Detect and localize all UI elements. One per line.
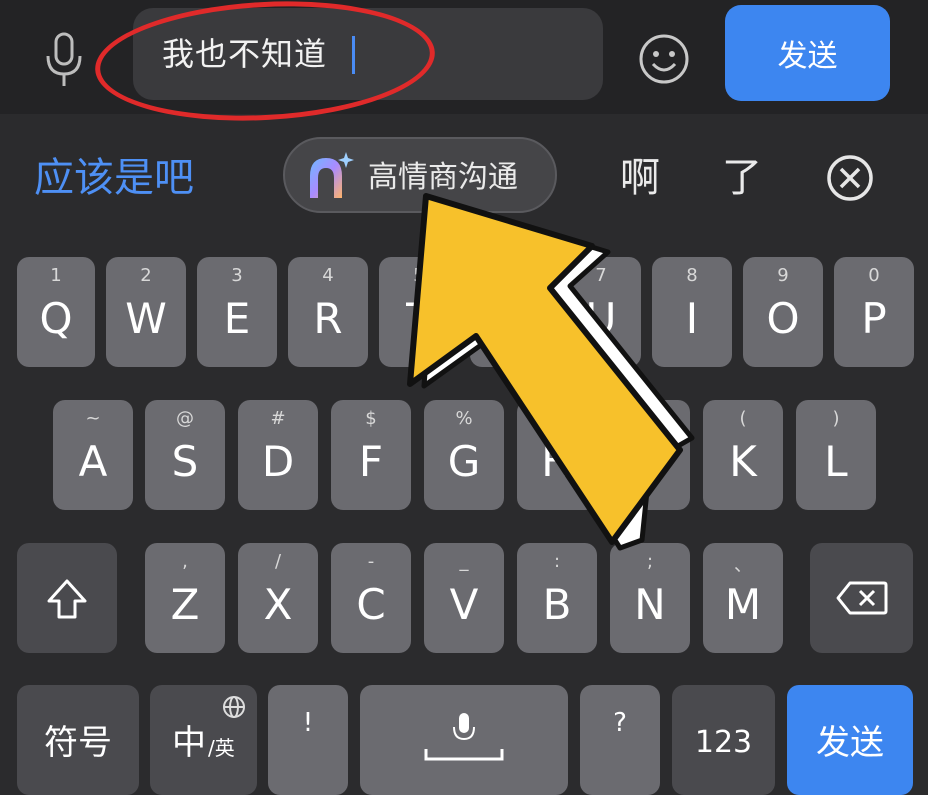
key-x[interactable]: / X xyxy=(238,543,318,653)
candidate-first[interactable]: 应该是吧 xyxy=(34,150,194,206)
ai-sparkle-icon xyxy=(310,152,354,198)
shift-arrow-icon xyxy=(47,579,87,619)
symbols-key[interactable]: 符号 xyxy=(17,685,139,795)
key-z[interactable]: ,Z xyxy=(145,543,225,653)
send-key[interactable]: 发送 xyxy=(787,685,913,795)
candidate-4[interactable]: 了 xyxy=(722,150,762,206)
key-m[interactable]: 、 M xyxy=(703,543,783,653)
backspace-key[interactable] xyxy=(810,543,913,653)
question-key[interactable]: ? xyxy=(580,685,660,795)
key-a[interactable]: ~ A xyxy=(53,400,133,510)
exclamation-key[interactable]: ! xyxy=(268,685,348,795)
key-r[interactable]: 4R xyxy=(288,257,368,367)
key-w[interactable]: 2W xyxy=(106,257,186,367)
key-l[interactable]: ) L xyxy=(796,400,876,510)
yellow-arrow-annotation xyxy=(407,193,695,551)
key-o[interactable]: 9O xyxy=(743,257,823,367)
key-s[interactable]: @ S xyxy=(145,400,225,510)
shift-key[interactable] xyxy=(17,543,117,653)
key-p[interactable]: 0P xyxy=(834,257,914,367)
close-candidates-icon[interactable] xyxy=(825,153,875,203)
space-mic-icon xyxy=(424,713,504,761)
key-e[interactable]: 3E xyxy=(197,257,277,367)
key-k[interactable]: (K xyxy=(703,400,783,510)
globe-icon xyxy=(223,696,245,718)
send-button-top[interactable]: 发送 xyxy=(725,5,890,101)
language-switch-key[interactable]: 中 /英 xyxy=(150,685,257,795)
emoji-icon[interactable] xyxy=(637,32,691,86)
key-q[interactable]: 1Q xyxy=(17,257,95,367)
backspace-icon xyxy=(836,581,888,615)
microphone-icon[interactable] xyxy=(40,30,88,90)
numbers-key[interactable]: 123 xyxy=(672,685,775,795)
space-key[interactable] xyxy=(360,685,568,795)
key-d[interactable]: # D xyxy=(238,400,318,510)
